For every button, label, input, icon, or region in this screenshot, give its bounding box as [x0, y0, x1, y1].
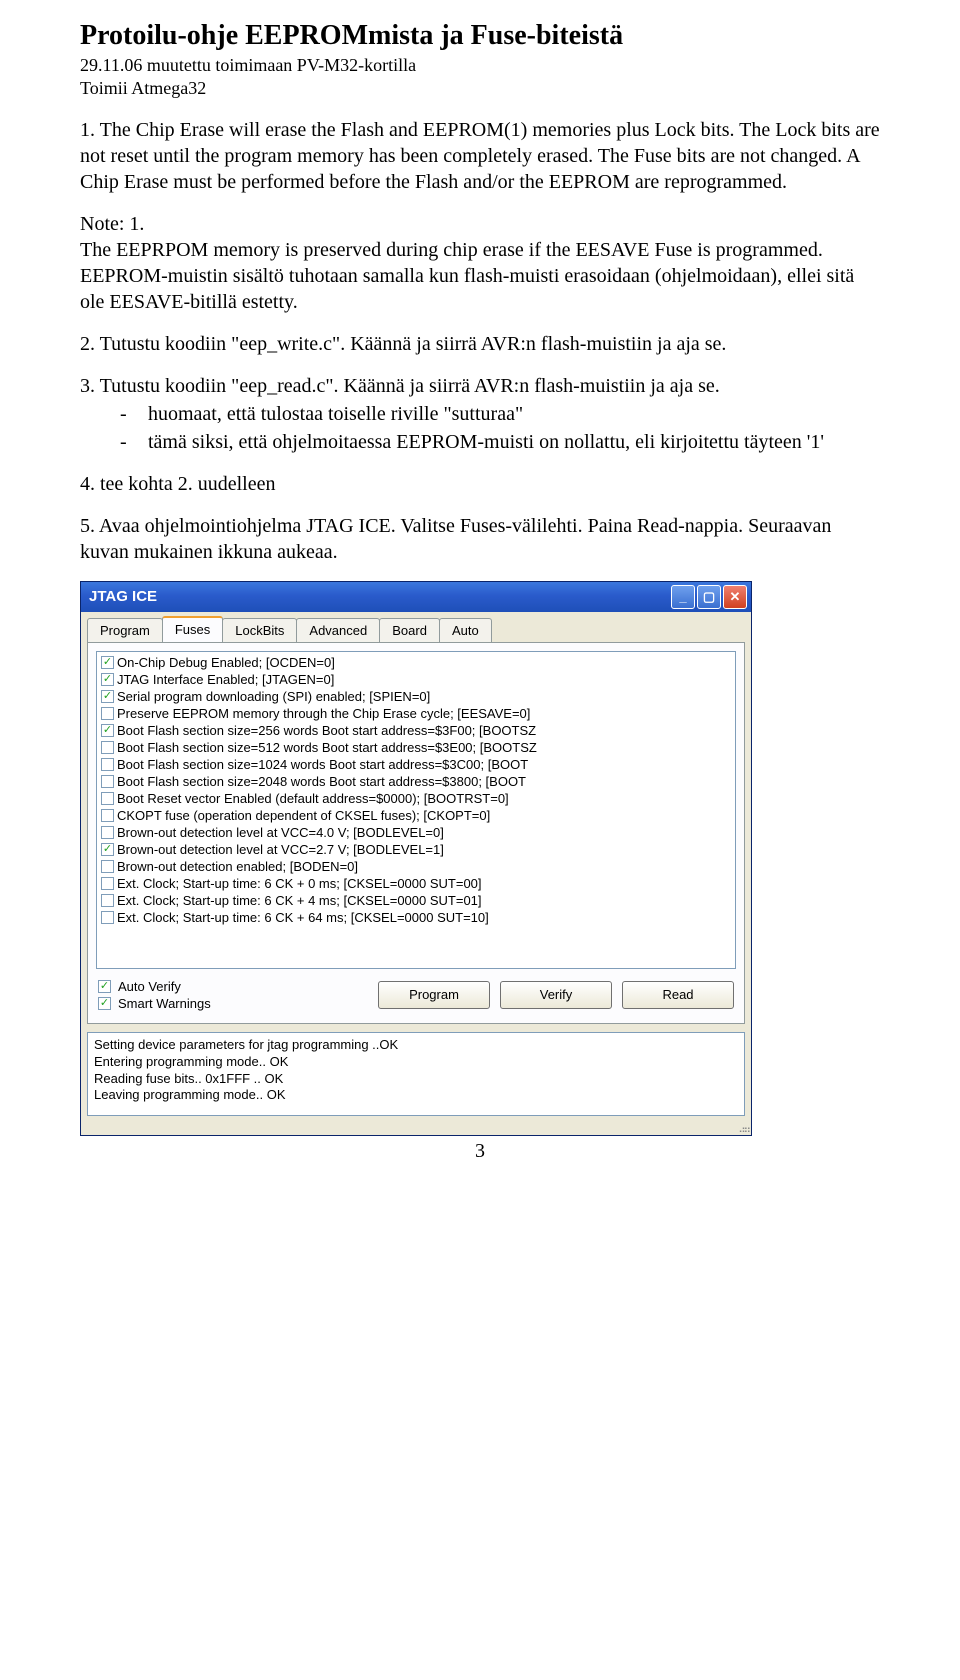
paragraph-3: 2. Tutustu koodiin "eep_write.c". Käännä…	[80, 331, 880, 357]
fuse-label: Serial program downloading (SPI) enabled…	[117, 689, 430, 704]
fuse-row[interactable]: CKOPT fuse (operation dependent of CKSEL…	[99, 807, 733, 824]
paragraph-4-intro: 3. Tutustu koodiin "eep_read.c". Käännä …	[80, 373, 880, 399]
fuse-label: Preserve EEPROM memory through the Chip …	[117, 706, 530, 721]
tab-lockbits[interactable]: LockBits	[222, 618, 297, 642]
resize-grip-icon[interactable]: ⣠⣤	[81, 1122, 751, 1135]
fuse-label: Ext. Clock; Start-up time: 6 CK + 4 ms; …	[117, 893, 482, 908]
fuse-row[interactable]: Preserve EEPROM memory through the Chip …	[99, 705, 733, 722]
close-button[interactable]: ✕	[723, 585, 747, 609]
fuse-label: JTAG Interface Enabled; [JTAGEN=0]	[117, 672, 334, 687]
subheading-date: 29.11.06 muutettu toimimaan PV-M32-korti…	[80, 54, 880, 77]
tab-fuses[interactable]: Fuses	[162, 616, 223, 642]
tab-advanced[interactable]: Advanced	[296, 618, 380, 642]
fuse-row[interactable]: Ext. Clock; Start-up time: 6 CK + 64 ms;…	[99, 909, 733, 926]
fuse-row[interactable]: Ext. Clock; Start-up time: 6 CK + 0 ms; …	[99, 875, 733, 892]
window-title: JTAG ICE	[85, 588, 671, 605]
page-title: Protoilu-ohje EEPROMmista ja Fuse-biteis…	[80, 20, 880, 52]
status-line: Leaving programming mode.. OK	[94, 1087, 738, 1104]
window-titlebar[interactable]: JTAG ICE _ ▢ ✕	[81, 582, 751, 612]
fuse-checkbox[interactable]	[101, 741, 114, 754]
fuse-checkbox[interactable]	[101, 690, 114, 703]
fuse-label: Boot Flash section size=1024 words Boot …	[117, 757, 528, 772]
fuse-row[interactable]: Brown-out detection level at VCC=4.0 V; …	[99, 824, 733, 841]
status-line: Entering programming mode.. OK	[94, 1054, 738, 1071]
fuse-row[interactable]: Brown-out detection level at VCC=2.7 V; …	[99, 841, 733, 858]
paragraph-6: 5. Avaa ohjelmointiohjelma JTAG ICE. Val…	[80, 513, 880, 565]
paragraph-2: Note: 1. The EEPRPOM memory is preserved…	[80, 211, 880, 315]
smart-warnings-label: Smart Warnings	[118, 996, 211, 1011]
fuse-checkbox[interactable]	[101, 894, 114, 907]
auto-verify-checkbox[interactable]	[98, 980, 111, 993]
jtag-ice-window: JTAG ICE _ ▢ ✕ Program Fuses LockBits Ad…	[80, 581, 752, 1136]
fuse-checkbox[interactable]	[101, 656, 114, 669]
status-line: Setting device parameters for jtag progr…	[94, 1037, 738, 1054]
fuse-row[interactable]: JTAG Interface Enabled; [JTAGEN=0]	[99, 671, 733, 688]
fuse-checkbox[interactable]	[101, 911, 114, 924]
fuse-checkbox[interactable]	[101, 792, 114, 805]
fuse-checkbox[interactable]	[101, 775, 114, 788]
tab-board[interactable]: Board	[379, 618, 440, 642]
fuse-row[interactable]: Boot Flash section size=256 words Boot s…	[99, 722, 733, 739]
fuse-checkbox[interactable]	[101, 707, 114, 720]
fuse-row[interactable]: Boot Reset vector Enabled (default addre…	[99, 790, 733, 807]
fuse-label: On-Chip Debug Enabled; [OCDEN=0]	[117, 655, 335, 670]
fuse-checkbox[interactable]	[101, 877, 114, 890]
smart-warnings-checkbox[interactable]	[98, 997, 111, 1010]
fuse-checkbox[interactable]	[101, 724, 114, 737]
tab-content-fuses: On-Chip Debug Enabled; [OCDEN=0] JTAG Int…	[87, 642, 745, 1024]
fuse-label: Brown-out detection enabled; [BODEN=0]	[117, 859, 358, 874]
fuse-checkbox[interactable]	[101, 809, 114, 822]
verify-button[interactable]: Verify	[500, 981, 612, 1009]
bullet-dash: -	[120, 401, 148, 427]
fuse-label: Boot Reset vector Enabled (default addre…	[117, 791, 509, 806]
bullet-dash: -	[120, 429, 148, 455]
fuse-list[interactable]: On-Chip Debug Enabled; [OCDEN=0] JTAG Int…	[96, 651, 736, 969]
tab-strip: Program Fuses LockBits Advanced Board Au…	[81, 612, 751, 642]
fuse-label: Ext. Clock; Start-up time: 6 CK + 0 ms; …	[117, 876, 482, 891]
fuse-row[interactable]: Serial program downloading (SPI) enabled…	[99, 688, 733, 705]
fuse-checkbox[interactable]	[101, 843, 114, 856]
fuse-label: Ext. Clock; Start-up time: 6 CK + 64 ms;…	[117, 910, 489, 925]
paragraph-5: 4. tee kohta 2. uudelleen	[80, 471, 880, 497]
fuse-label: Brown-out detection level at VCC=2.7 V; …	[117, 842, 444, 857]
page-number: 3	[80, 1140, 880, 1163]
read-button[interactable]: Read	[622, 981, 734, 1009]
fuse-label: Boot Flash section size=512 words Boot s…	[117, 740, 537, 755]
fuse-checkbox[interactable]	[101, 826, 114, 839]
tab-auto[interactable]: Auto	[439, 618, 492, 642]
paragraph-1: 1. The Chip Erase will erase the Flash a…	[80, 117, 880, 195]
minimize-button[interactable]: _	[671, 585, 695, 609]
fuse-checkbox[interactable]	[101, 860, 114, 873]
fuse-row[interactable]: Boot Flash section size=2048 words Boot …	[99, 773, 733, 790]
program-button[interactable]: Program	[378, 981, 490, 1009]
subheading-device: Toimii Atmega32	[80, 77, 880, 100]
fuse-row[interactable]: Boot Flash section size=512 words Boot s…	[99, 739, 733, 756]
fuse-row[interactable]: Brown-out detection enabled; [BODEN=0]	[99, 858, 733, 875]
maximize-button[interactable]: ▢	[697, 585, 721, 609]
fuse-label: Boot Flash section size=256 words Boot s…	[117, 723, 536, 738]
fuse-row[interactable]: On-Chip Debug Enabled; [OCDEN=0]	[99, 654, 733, 671]
fuse-label: Boot Flash section size=2048 words Boot …	[117, 774, 526, 789]
status-line: Reading fuse bits.. 0x1FFF .. OK	[94, 1071, 738, 1088]
list-item: huomaat, että tulostaa toiselle riville …	[148, 401, 523, 427]
fuse-label: CKOPT fuse (operation dependent of CKSEL…	[117, 808, 490, 823]
auto-verify-label: Auto Verify	[118, 979, 181, 994]
fuse-checkbox[interactable]	[101, 758, 114, 771]
fuse-row[interactable]: Boot Flash section size=1024 words Boot …	[99, 756, 733, 773]
fuse-row[interactable]: Ext. Clock; Start-up time: 6 CK + 4 ms; …	[99, 892, 733, 909]
list-item: tämä siksi, että ohjelmoitaessa EEPROM-m…	[148, 429, 824, 455]
fuse-label: Brown-out detection level at VCC=4.0 V; …	[117, 825, 444, 840]
tab-program[interactable]: Program	[87, 618, 163, 642]
fuse-checkbox[interactable]	[101, 673, 114, 686]
status-log: Setting device parameters for jtag progr…	[87, 1032, 745, 1116]
